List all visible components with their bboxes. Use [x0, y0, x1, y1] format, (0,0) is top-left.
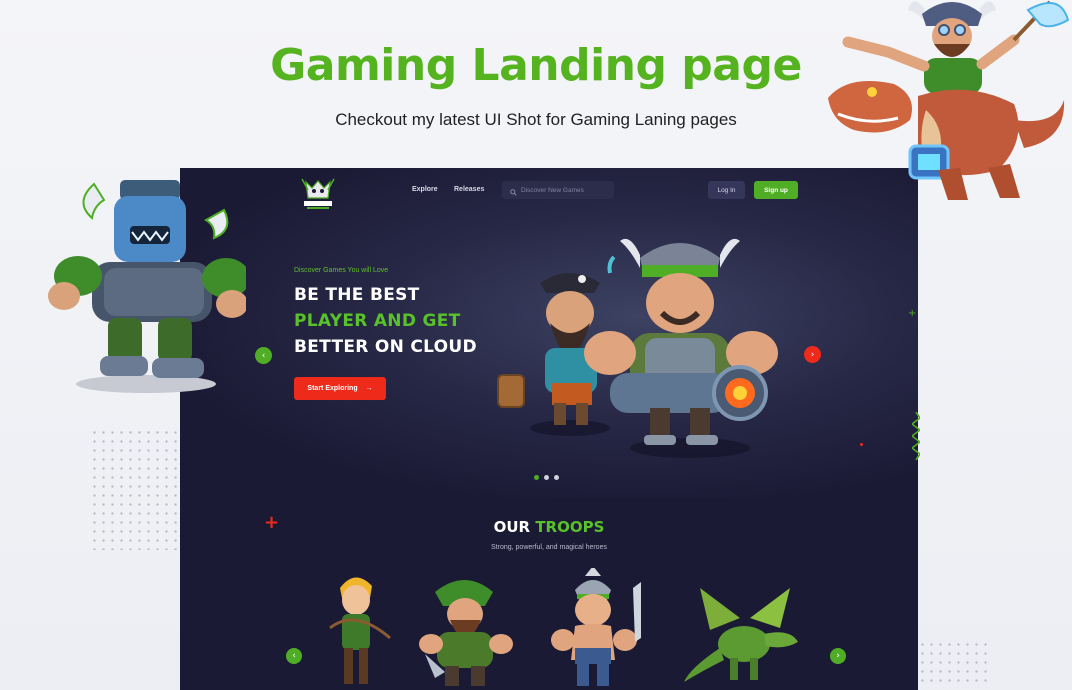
search-bar[interactable] — [502, 181, 614, 199]
start-exploring-button[interactable]: Start Exploring → — [294, 377, 386, 400]
navbar: Explore Releases Log In Sign up — [180, 168, 918, 214]
nav-releases[interactable]: Releases — [454, 186, 484, 193]
search-icon — [510, 181, 517, 200]
chevron-right-icon: › — [810, 349, 815, 360]
headline-line-1: BE THE BEST — [294, 285, 420, 305]
troop-dwarf[interactable] — [415, 572, 525, 690]
troops-title-white: OUR — [493, 518, 531, 536]
hero-eyebrow: Discover Games You will Love — [294, 267, 389, 274]
zigzag-decoration — [912, 412, 920, 460]
arrow-right-icon: → — [365, 385, 373, 392]
search-input[interactable] — [521, 186, 611, 194]
brand-logo[interactable] — [298, 176, 338, 212]
chevron-left-icon: ‹ — [261, 350, 266, 361]
signup-button[interactable]: Sign up — [754, 181, 798, 199]
headline-line-3: BETTER ON CLOUD — [294, 337, 477, 357]
troops-title: OUR TROOPS — [180, 518, 918, 536]
nav-explore[interactable]: Explore — [412, 186, 438, 193]
robot-viking-character — [48, 180, 246, 393]
dot-pattern-left — [90, 428, 180, 550]
hero-characters-illustration — [497, 238, 778, 458]
plus-decoration: + — [264, 512, 280, 533]
troops-subtitle: Strong, powerful, and magical heroes — [491, 544, 607, 551]
green-plus-decoration: + — [908, 308, 917, 319]
decorative-red-dot — [860, 443, 863, 446]
troops-title-green: TROOPS — [535, 518, 605, 536]
headline-line-2: PLAYER AND GET — [294, 311, 461, 331]
troop-barbarian[interactable] — [545, 568, 655, 690]
chevron-right-icon: › — [836, 651, 840, 661]
pager-dot-1[interactable] — [534, 475, 539, 480]
pager-dot-2[interactable] — [544, 475, 549, 480]
hero-headline: BE THE BEST PLAYER AND GET BETTER ON CLO… — [294, 282, 477, 360]
website-mockup: Explore Releases Log In Sign up Discover… — [180, 168, 918, 690]
chevron-left-icon: ‹ — [292, 651, 296, 661]
login-button[interactable]: Log In — [708, 181, 745, 199]
troop-dragon[interactable] — [680, 578, 810, 690]
hero-carousel-pager — [534, 475, 559, 480]
viking-dragon-rider-character — [828, 0, 1070, 200]
dot-pattern-right — [918, 640, 990, 688]
hero-next-button[interactable]: › — [804, 346, 821, 363]
troops-next-button[interactable]: › — [830, 648, 846, 664]
cta-label: Start Exploring — [307, 385, 358, 392]
hero-prev-button[interactable]: ‹ — [255, 347, 272, 364]
troops-prev-button[interactable]: ‹ — [286, 648, 302, 664]
troop-archer[interactable] — [320, 568, 400, 690]
pager-dot-3[interactable] — [554, 475, 559, 480]
